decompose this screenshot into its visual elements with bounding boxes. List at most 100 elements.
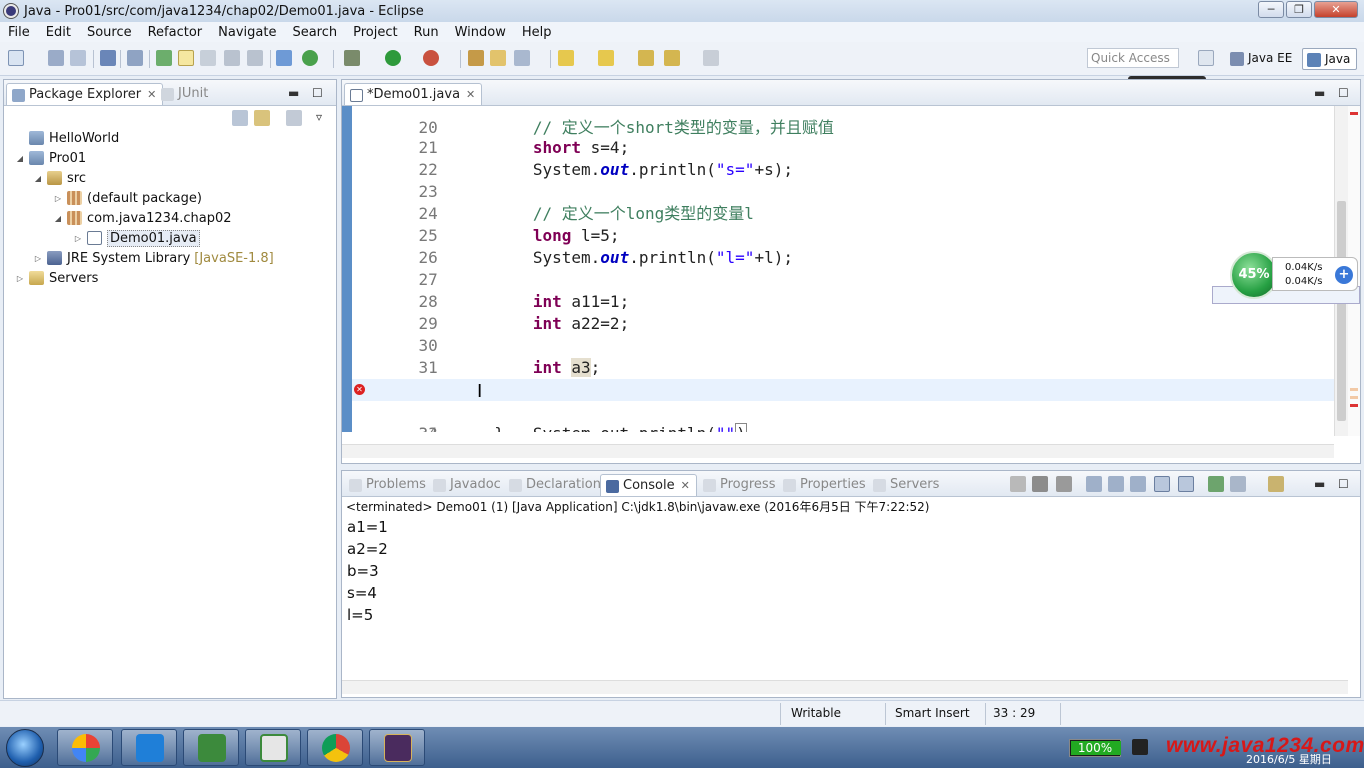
clear-console-icon[interactable] xyxy=(1086,476,1102,492)
maximize-icon[interactable]: ☐ xyxy=(1338,86,1349,100)
tree-item-pro01[interactable]: ◢ Pro01 xyxy=(14,149,86,167)
tab-problems[interactable]: Problems xyxy=(344,474,432,496)
open-console-icon[interactable] xyxy=(1268,476,1284,492)
menu-source[interactable]: Source xyxy=(79,25,140,40)
taskbar-app-button[interactable] xyxy=(369,729,425,766)
tree-item-com-java1234-chap02[interactable]: ◢ com.java1234.chap02 xyxy=(52,209,232,227)
maximize-icon[interactable]: ☐ xyxy=(312,86,323,100)
back-icon[interactable] xyxy=(664,50,680,66)
expanded-arrow-icon[interactable]: ◢ xyxy=(32,174,44,183)
menu-search[interactable]: Search xyxy=(284,25,345,40)
debug-icon[interactable] xyxy=(344,50,360,66)
focus-icon[interactable] xyxy=(286,110,302,126)
tab-junit[interactable]: JUnit xyxy=(156,83,214,105)
scroll-lock-icon[interactable] xyxy=(1108,476,1124,492)
remove-launch-icon[interactable] xyxy=(1032,476,1048,492)
tree-item-jre-system-library[interactable]: ▷ JRE System Library [JavaSE-1.8] xyxy=(32,249,274,267)
taskbar-app-button[interactable] xyxy=(245,729,301,766)
menu-edit[interactable]: Edit xyxy=(38,25,79,40)
occurrence-marker[interactable] xyxy=(1350,396,1358,399)
close-icon[interactable]: ✕ xyxy=(147,88,156,101)
close-button[interactable]: ✕ xyxy=(1314,1,1358,18)
external-tools-icon[interactable] xyxy=(423,50,439,66)
open-type-icon[interactable] xyxy=(156,50,172,66)
taskbar-app-button[interactable] xyxy=(57,729,113,766)
menu-refactor[interactable]: Refactor xyxy=(140,25,211,40)
block-selection-icon[interactable] xyxy=(224,50,240,66)
console-horizontal-scrollbar[interactable] xyxy=(342,680,1348,694)
tab-package-explorer[interactable]: Package Explorer ✕ xyxy=(6,83,164,105)
occurrence-marker[interactable] xyxy=(1350,388,1358,391)
last-edit-icon[interactable] xyxy=(638,50,654,66)
collapse-all-icon[interactable] xyxy=(232,110,248,126)
network-monitor-widget[interactable]: 45% 0.04K/s 0.04K/s + xyxy=(1230,251,1358,299)
error-overview-marker[interactable] xyxy=(1350,112,1358,115)
tab-servers[interactable]: Servers xyxy=(868,474,945,496)
tab-declaration[interactable]: Declaration xyxy=(504,474,607,496)
view-menu-icon[interactable]: ▿ xyxy=(316,110,322,124)
editor-horizontal-scrollbar[interactable] xyxy=(342,444,1334,458)
save-all-icon[interactable] xyxy=(70,50,86,66)
close-icon[interactable]: ✕ xyxy=(466,88,475,101)
start-button[interactable] xyxy=(6,729,44,767)
collapsed-arrow-icon[interactable]: ▷ xyxy=(52,194,64,203)
collapsed-arrow-icon[interactable]: ▷ xyxy=(32,254,44,263)
tree-item-helloworld[interactable]: HelloWorld xyxy=(14,129,119,147)
collapsed-arrow-icon[interactable]: ▷ xyxy=(14,274,26,283)
tab-progress[interactable]: Progress xyxy=(698,474,781,496)
perspective-java[interactable]: Java xyxy=(1302,48,1358,70)
accelerate-icon[interactable]: + xyxy=(1335,266,1353,284)
menu-run[interactable]: Run xyxy=(406,25,447,40)
terminate-icon[interactable] xyxy=(1010,476,1026,492)
new-icon[interactable] xyxy=(8,50,24,66)
remove-all-icon[interactable] xyxy=(1056,476,1072,492)
quick-access-input[interactable]: Quick Access xyxy=(1087,48,1179,68)
skip-breakpoints-icon[interactable] xyxy=(127,50,143,66)
show-whitespace-icon[interactable] xyxy=(247,50,263,66)
taskbar-app-button[interactable] xyxy=(121,729,177,766)
tab-demo01-java[interactable]: *Demo01.java ✕ xyxy=(344,83,483,105)
tree-item-demo01-java[interactable]: ▷ Demo01.java xyxy=(72,229,200,247)
tree-item-default-package[interactable]: ▷ (default package) xyxy=(52,189,202,207)
display-console-icon[interactable] xyxy=(1230,476,1246,492)
word-wrap-icon[interactable] xyxy=(1130,476,1146,492)
toggle-mark-icon[interactable] xyxy=(178,50,194,66)
collapsed-arrow-icon[interactable]: ▷ xyxy=(72,234,84,243)
scrollbar-thumb[interactable] xyxy=(1337,201,1346,421)
error-overview-marker[interactable] xyxy=(1350,404,1358,407)
menu-navigate[interactable]: Navigate xyxy=(210,25,284,40)
open-folder-icon[interactable] xyxy=(490,50,506,66)
refresh-icon[interactable] xyxy=(302,50,318,66)
code-editor[interactable]: 20 // 定义一个short类型的变量，并且赋值 21 short s=4; … xyxy=(342,106,1334,432)
battery-indicator[interactable]: 100% xyxy=(1069,739,1121,757)
expanded-arrow-icon[interactable]: ◢ xyxy=(52,214,64,223)
minimize-icon[interactable]: ▬ xyxy=(288,86,299,100)
tab-properties[interactable]: Properties xyxy=(778,474,872,496)
save-icon[interactable] xyxy=(48,50,64,66)
expanded-arrow-icon[interactable]: ◢ xyxy=(14,154,26,163)
link-editor-icon[interactable] xyxy=(254,110,270,126)
run-icon[interactable] xyxy=(385,50,401,66)
taskbar-app-button[interactable] xyxy=(307,729,363,766)
taskbar-app-button[interactable] xyxy=(183,729,239,766)
minimize-icon[interactable]: ▬ xyxy=(1314,86,1325,100)
tab-console[interactable]: Console ✕ xyxy=(600,474,697,496)
menu-file[interactable]: File xyxy=(0,25,38,40)
error-icon[interactable]: ✕ xyxy=(354,384,365,395)
prev-annotation-icon[interactable] xyxy=(598,50,614,66)
maximize-icon[interactable]: ☐ xyxy=(1338,477,1349,491)
show-on-stderr-icon[interactable] xyxy=(1178,476,1194,492)
close-icon[interactable]: ✕ xyxy=(681,479,690,492)
show-on-stdout-icon[interactable] xyxy=(1154,476,1170,492)
new-package-icon[interactable] xyxy=(468,50,484,66)
tree-item-servers[interactable]: ▷ Servers xyxy=(14,269,98,287)
forward-icon[interactable] xyxy=(703,50,719,66)
menu-project[interactable]: Project xyxy=(345,25,405,40)
perspective-java-ee[interactable]: Java EE xyxy=(1226,48,1298,70)
menu-help[interactable]: Help xyxy=(514,25,560,40)
tab-javadoc[interactable]: Javadoc xyxy=(428,474,507,496)
restore-button[interactable]: ❐ xyxy=(1286,1,1312,18)
power-icon[interactable] xyxy=(1132,739,1148,755)
pin-console-icon[interactable] xyxy=(1208,476,1224,492)
open-perspective-icon[interactable] xyxy=(1198,50,1214,66)
